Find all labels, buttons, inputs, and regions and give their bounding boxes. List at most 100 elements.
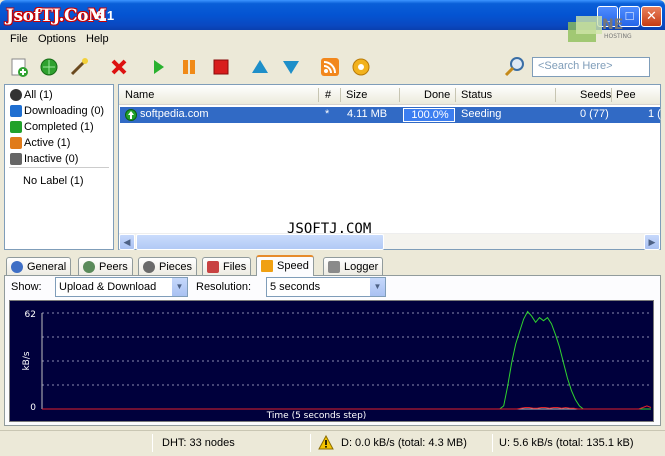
- done-percent: 100.0%: [411, 109, 449, 121]
- rss-button[interactable]: [319, 56, 341, 78]
- torrent-list: Name # Size Done Status Seeds Pee softpe…: [118, 84, 661, 250]
- pieces-icon: [143, 261, 155, 273]
- tab-label: Peers: [99, 261, 128, 273]
- sidebar-item-inactive[interactable]: Inactive (0): [10, 151, 78, 167]
- column-status[interactable]: Status: [461, 89, 492, 101]
- globe-add-icon: [40, 58, 58, 76]
- detail-tabs: General Peers Pieces Files Speed Logger: [4, 255, 661, 276]
- tab-speed[interactable]: Speed: [256, 255, 314, 276]
- menu-file[interactable]: File: [10, 33, 28, 45]
- close-button[interactable]: ✕: [641, 6, 662, 27]
- rss-icon: [321, 58, 339, 76]
- scroll-thumb[interactable]: [136, 234, 384, 250]
- tab-general[interactable]: General: [6, 257, 72, 276]
- table-row[interactable]: softpedia.com * 4.11 MB 100.0% Seeding 0…: [120, 107, 661, 124]
- sidebar-item-label: Inactive (0): [24, 153, 79, 165]
- download-status: D: 0.0 kB/s (total: 4.3 MB): [341, 437, 467, 449]
- sidebar-item-all[interactable]: All (1): [10, 87, 53, 103]
- hosting-logo: NE HOSTING: [562, 8, 642, 42]
- sidebar-item-label: Active (1): [24, 137, 71, 149]
- sidebar-item-completed[interactable]: Completed (1): [10, 119, 94, 135]
- show-select-value: Upload & Download: [59, 281, 157, 293]
- tab-label: General: [27, 261, 67, 273]
- status-bar: DHT: 33 nodes D: 0.0 kB/s (total: 4.3 MB…: [0, 430, 665, 456]
- column-peers[interactable]: Pee: [616, 89, 636, 101]
- show-select[interactable]: Upload & Download ▼: [55, 277, 188, 297]
- column-seeds[interactable]: Seeds: [580, 89, 611, 101]
- column-done[interactable]: Done: [424, 89, 450, 101]
- sidebar-item-downloading[interactable]: Downloading (0): [10, 103, 104, 119]
- list-header: Name # Size Done Status Seeds Pee: [119, 85, 660, 105]
- sidebar-item-active[interactable]: Active (1): [10, 135, 70, 151]
- column-size[interactable]: Size: [346, 89, 367, 101]
- tab-label: Files: [223, 261, 247, 273]
- menu-help[interactable]: Help: [86, 33, 109, 45]
- tab-pieces[interactable]: Pieces: [138, 257, 198, 276]
- active-icon: [10, 137, 22, 149]
- upload-status: U: 5.6 kB/s (total: 135.1 kB): [499, 437, 634, 449]
- horizontal-scrollbar[interactable]: ◀ ▶: [119, 233, 660, 250]
- upload-series-line: [42, 310, 651, 410]
- magic-wand-icon: [70, 58, 88, 76]
- tab-label: Logger: [344, 261, 379, 273]
- torrent-number: *: [325, 108, 330, 120]
- chevron-down-icon[interactable]: ▼: [369, 278, 385, 296]
- remove-icon: [111, 59, 127, 75]
- remove-button[interactable]: [108, 56, 130, 78]
- torrent-status: Seeding: [461, 108, 502, 120]
- column-name[interactable]: Name: [125, 89, 154, 101]
- tab-label: Pieces: [159, 261, 193, 273]
- peers-icon: [83, 261, 95, 273]
- inactive-icon: [10, 153, 22, 165]
- tab-peers[interactable]: Peers: [78, 257, 133, 276]
- sidebar-divider: [9, 167, 109, 168]
- create-torrent-button[interactable]: [68, 56, 90, 78]
- resolution-select[interactable]: 5 seconds ▼: [266, 277, 386, 297]
- app-logo: JsofTJ.CoM: [6, 6, 107, 26]
- torrent-peers: 1 (: [648, 108, 661, 120]
- search-icon: [504, 57, 524, 77]
- svg-text:NE: NE: [602, 17, 623, 33]
- sidebar-item-label: Completed (1): [24, 121, 94, 133]
- torrent-status-icon: [125, 109, 137, 124]
- window-title: 6.1: [96, 8, 115, 23]
- resolution-select-value: 5 seconds: [270, 281, 321, 293]
- toolbar: <Search Here>: [0, 50, 665, 84]
- warning-icon: [318, 434, 334, 453]
- sidebar-item-label: All (1): [24, 89, 53, 101]
- pause-button[interactable]: [178, 56, 200, 78]
- x-axis-label: Time (5 seconds step): [266, 411, 367, 421]
- stop-button[interactable]: [210, 56, 232, 78]
- dht-status: DHT: 33 nodes: [162, 437, 235, 449]
- preferences-button[interactable]: [350, 56, 372, 78]
- torrent-name: softpedia.com: [140, 108, 209, 120]
- move-up-button[interactable]: [249, 56, 271, 78]
- torrent-seeds: 0 (77): [580, 108, 609, 120]
- logger-icon: [328, 261, 340, 273]
- speed-panel: Show: Upload & Download ▼ Resolution: 5 …: [4, 275, 661, 426]
- y-tick-label: 62: [25, 310, 36, 320]
- y-axis-label: kB/s: [22, 351, 32, 370]
- search-provider-button[interactable]: [504, 56, 526, 78]
- gear-icon: [352, 58, 370, 76]
- scroll-left-button[interactable]: ◀: [119, 234, 135, 250]
- info-icon: [11, 261, 23, 273]
- move-down-button[interactable]: [280, 56, 302, 78]
- svg-text:HOSTING: HOSTING: [604, 33, 632, 40]
- tab-logger[interactable]: Logger: [323, 257, 384, 276]
- chevron-down-icon[interactable]: ▼: [171, 278, 187, 296]
- search-input[interactable]: <Search Here>: [532, 57, 650, 77]
- y-tick-label: 0: [30, 403, 36, 413]
- add-url-button[interactable]: [38, 56, 60, 78]
- column-number[interactable]: #: [325, 89, 331, 101]
- tab-files[interactable]: Files: [202, 257, 252, 276]
- scroll-right-button[interactable]: ▶: [644, 234, 660, 250]
- show-label: Show:: [11, 281, 42, 293]
- add-torrent-button[interactable]: [8, 56, 30, 78]
- arrow-down-icon: [283, 61, 299, 74]
- start-button[interactable]: [147, 56, 169, 78]
- files-icon: [207, 261, 219, 273]
- menu-options[interactable]: Options: [38, 33, 76, 45]
- resolution-label: Resolution:: [196, 281, 252, 293]
- sidebar-item-no-label[interactable]: No Label (1): [23, 173, 84, 189]
